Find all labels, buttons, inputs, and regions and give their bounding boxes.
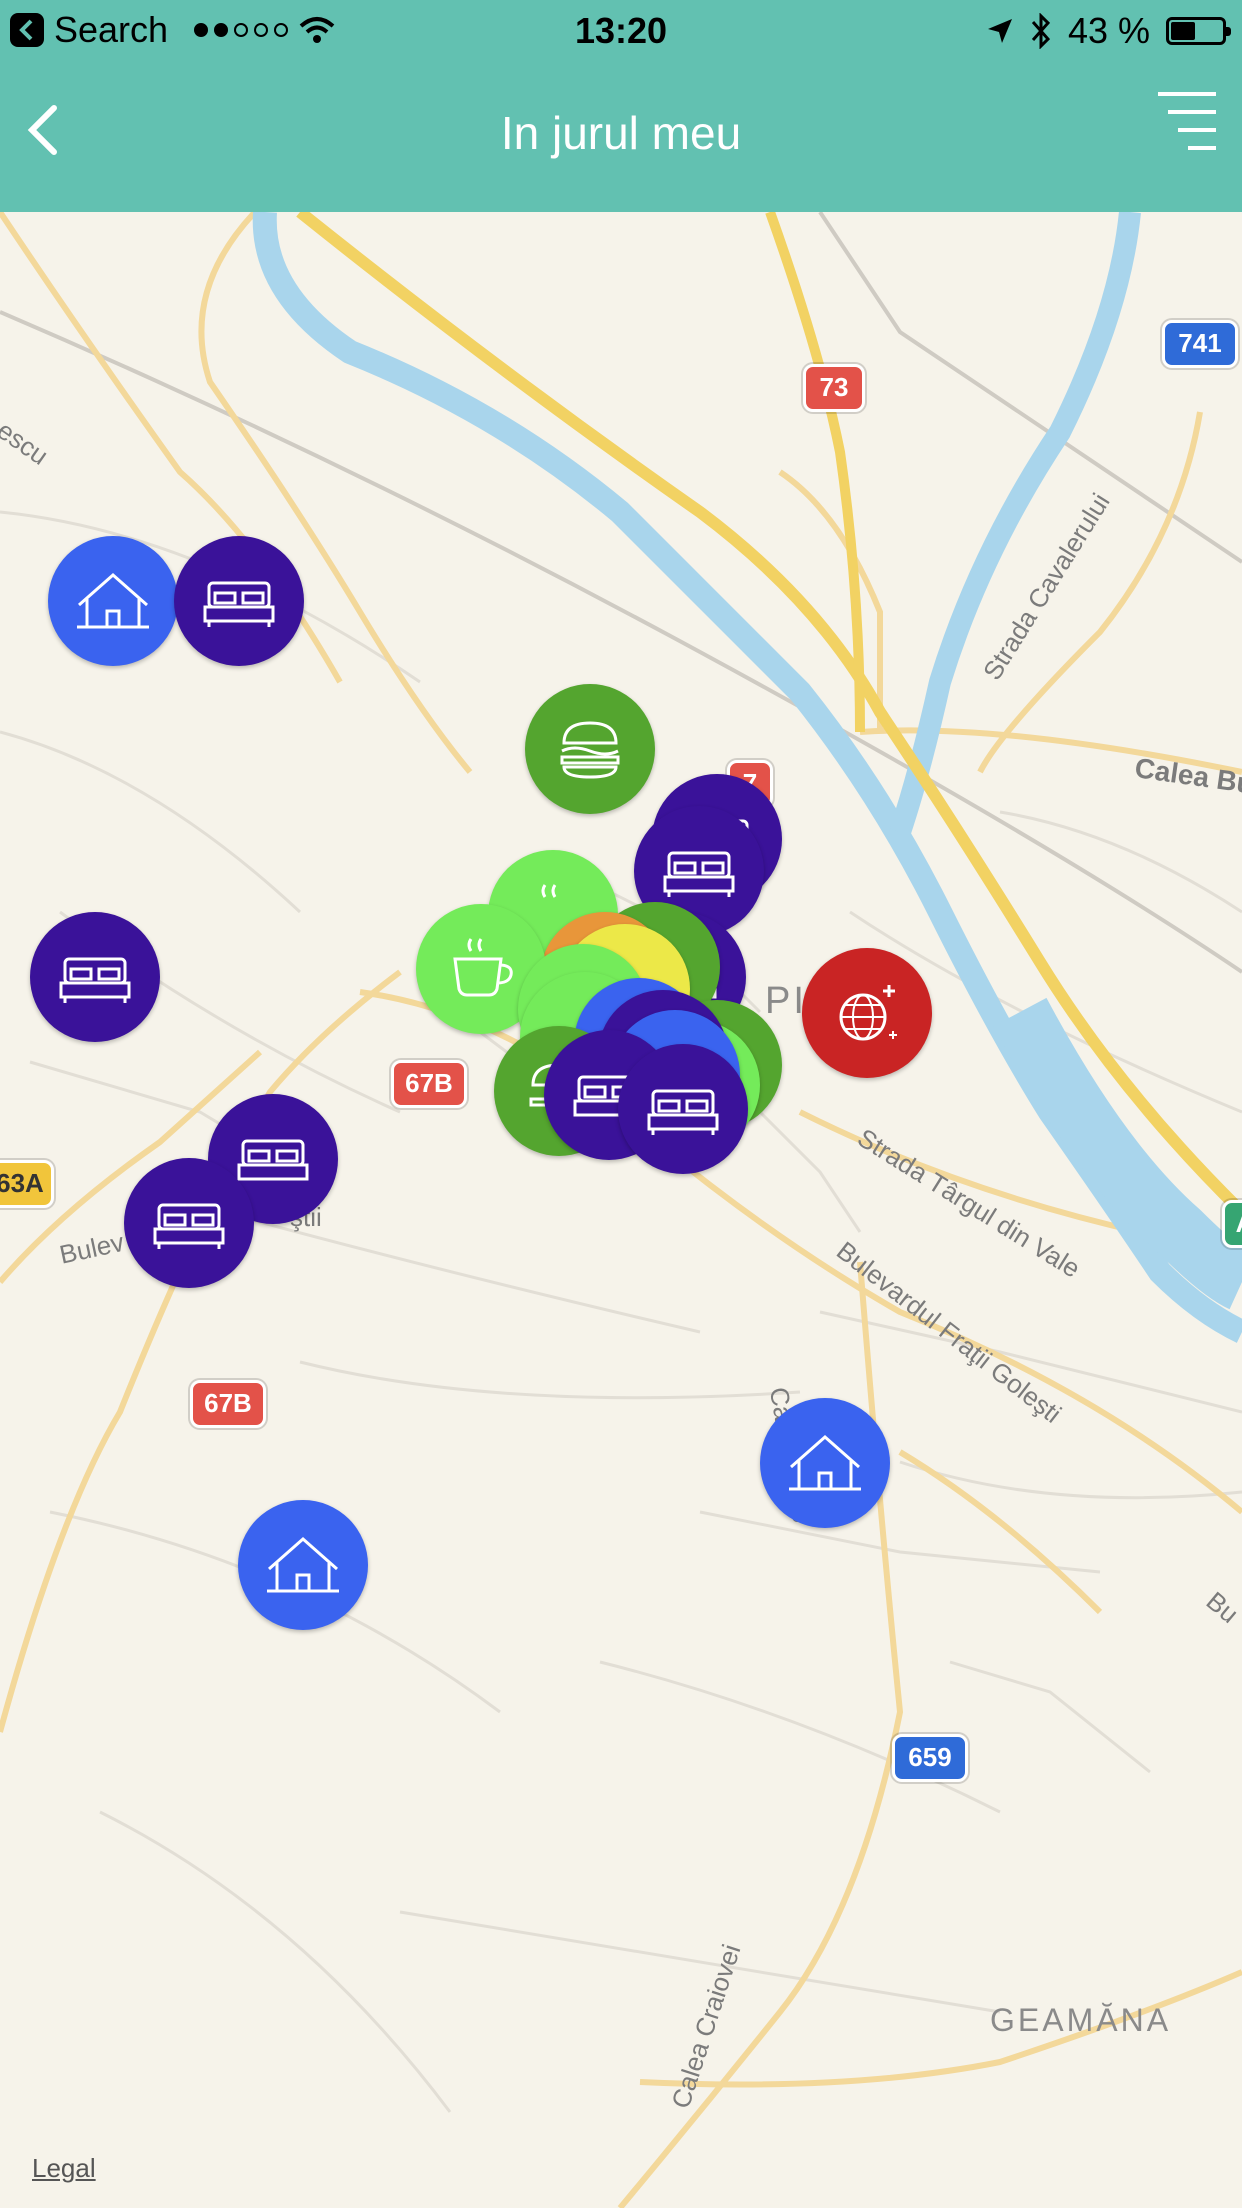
- bed-icon: [203, 581, 275, 627]
- bed-icon: [663, 851, 735, 897]
- road-shield-73: 73: [803, 364, 865, 412]
- map-pin-house[interactable]: [760, 1398, 890, 1528]
- house-icon: [789, 1434, 861, 1491]
- map-pin-hotel[interactable]: [30, 912, 160, 1042]
- disco-ball-icon: [839, 985, 897, 1041]
- map-pin-hotel[interactable]: [124, 1158, 254, 1288]
- bed-icon: [59, 957, 131, 1003]
- road-shield-63a: 63A: [0, 1160, 54, 1208]
- location-arrow-icon: [987, 19, 1012, 43]
- bed-icon: [647, 1089, 719, 1135]
- map-pin-hotel[interactable]: [174, 536, 304, 666]
- coffee-icon: [453, 938, 513, 997]
- map-pin-hotel[interactable]: [618, 1044, 748, 1174]
- navigation-bar: In jurul meu: [0, 60, 1242, 212]
- road-shield-67b-b: 67B: [190, 1380, 266, 1428]
- menu-lines-icon: [1158, 92, 1216, 150]
- map-label-geamana: GEAMĂNA: [990, 2002, 1172, 2038]
- map-view[interactable]: Strada Cavalerului Calea Bu PITEŞTI Stra…: [0, 212, 1242, 2208]
- filter-menu-button[interactable]: [1154, 88, 1218, 158]
- legal-link[interactable]: Legal: [32, 2153, 96, 2184]
- road-shield-67b-a: 67B: [391, 1060, 467, 1108]
- bluetooth-icon: [1031, 13, 1050, 49]
- road-shield-a: A: [1222, 1200, 1242, 1248]
- house-icon: [77, 572, 149, 629]
- bed-icon: [153, 1203, 225, 1249]
- burger-icon: [560, 721, 620, 779]
- map-pin-house[interactable]: [238, 1500, 368, 1630]
- road-shield-741: 741: [1162, 320, 1238, 368]
- bed-icon: [237, 1139, 309, 1181]
- status-right: 43 %: [986, 8, 1231, 54]
- battery-percent: 43 %: [1067, 10, 1150, 51]
- map-pin-house[interactable]: [48, 536, 178, 666]
- road-shield-659: 659: [892, 1734, 968, 1782]
- map-pin-nightlife[interactable]: [802, 948, 932, 1078]
- map-pin-food[interactable]: [525, 684, 655, 814]
- status-bar: Search 13:20 43 %: [0, 0, 1242, 60]
- house-icon: [267, 1536, 339, 1593]
- battery-icon: [1166, 17, 1231, 45]
- page-title: In jurul meu: [500, 107, 742, 159]
